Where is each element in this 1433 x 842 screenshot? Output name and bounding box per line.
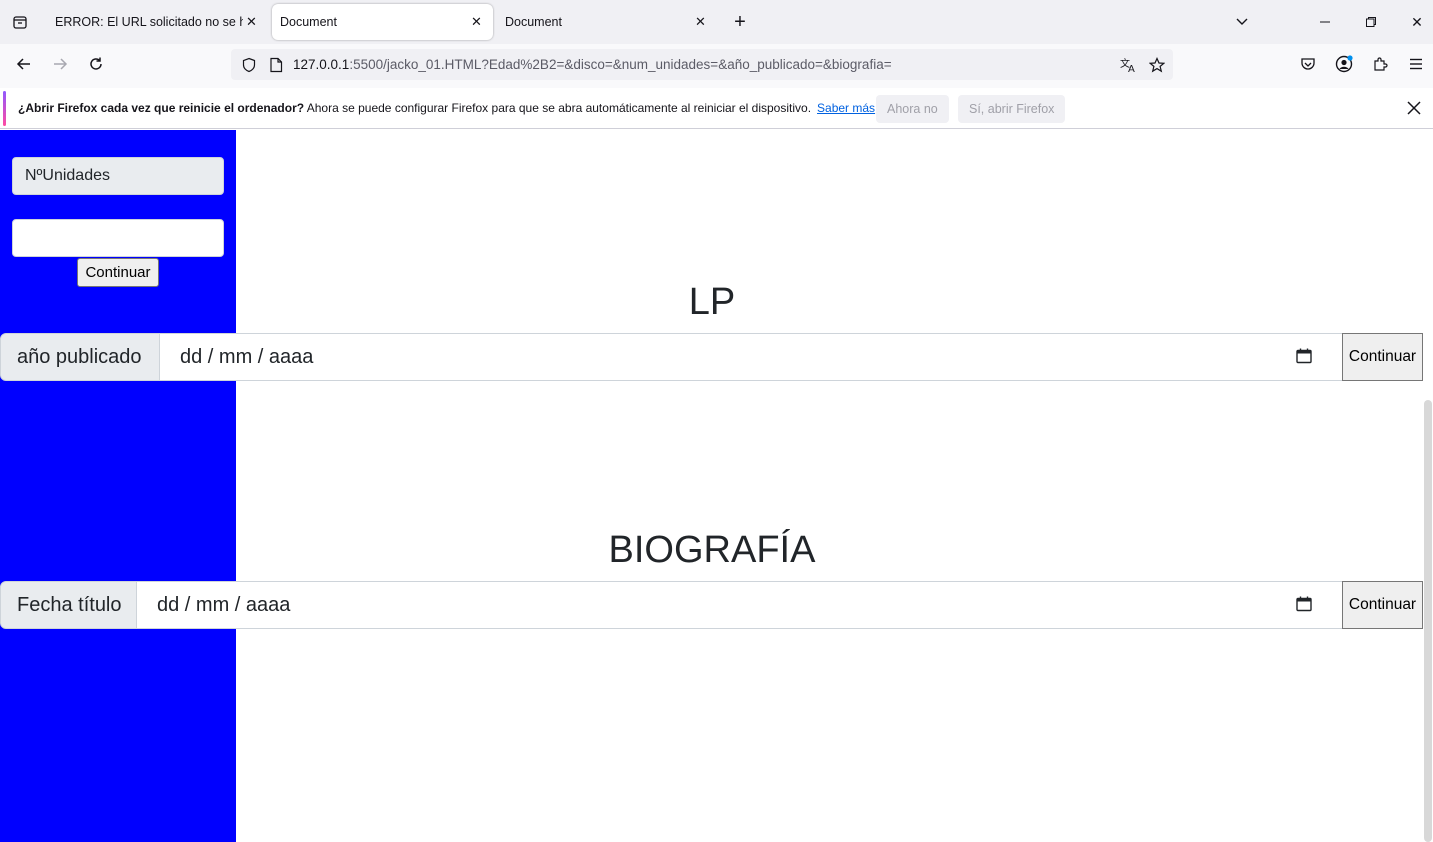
close-icon[interactable]: ✕ <box>246 14 257 30</box>
sidebar: NºUnidades Continuar <box>0 130 236 842</box>
vertical-scrollbar[interactable] <box>1423 130 1433 842</box>
new-tab-icon[interactable]: + <box>730 11 750 33</box>
close-icon[interactable]: ✕ <box>695 14 706 30</box>
notification-title: ¿Abrir Firefox cada vez que reinicie el … <box>18 101 305 115</box>
close-icon[interactable]: ✕ <box>471 14 482 30</box>
calendar-icon[interactable] <box>1295 347 1313 365</box>
not-now-button[interactable]: Ahora no <box>876 95 949 123</box>
shield-icon[interactable] <box>239 55 259 75</box>
minimize-icon[interactable] <box>1315 12 1335 32</box>
reload-icon[interactable] <box>86 54 106 74</box>
translate-icon[interactable]: 文A <box>1119 55 1139 75</box>
notification-accent <box>3 91 6 126</box>
extensions-icon[interactable] <box>1370 54 1390 74</box>
title-date-row: Fecha título dd / mm / aaaa Continuar <box>0 581 1423 629</box>
date-placeholder: dd / mm / aaaa <box>157 594 291 616</box>
tab-error[interactable]: ERROR: El URL solicitado no se ha p ✕ <box>46 4 266 40</box>
units-label: NºUnidades <box>12 157 224 195</box>
learn-more-link[interactable]: Saber más <box>817 101 875 115</box>
continue-button[interactable]: Continuar <box>1342 333 1423 381</box>
page-icon[interactable] <box>266 55 286 75</box>
tab-label: Document <box>505 15 562 29</box>
chevron-down-icon[interactable] <box>1232 12 1252 32</box>
continue-button[interactable]: Continuar <box>1342 581 1423 629</box>
close-window-icon[interactable]: ✕ <box>1407 12 1427 32</box>
year-published-date-input[interactable]: dd / mm / aaaa <box>160 333 1342 381</box>
tab-list-icon[interactable] <box>10 12 30 32</box>
url-text[interactable]: 127.0.0.1:5500/jacko_01.HTML?Edad%2B2=&d… <box>293 49 892 80</box>
tab-label: ERROR: El URL solicitado no se ha p <box>55 15 243 29</box>
account-icon[interactable] <box>1334 54 1354 74</box>
bookmark-star-icon[interactable] <box>1147 55 1167 75</box>
tab-strip: ERROR: El URL solicitado no se ha p ✕ Do… <box>0 0 1433 44</box>
open-firefox-button[interactable]: Sí, abrir Firefox <box>958 95 1066 123</box>
year-published-label: año publicado <box>0 333 160 381</box>
restore-icon[interactable] <box>1361 12 1381 32</box>
forward-icon[interactable] <box>50 54 70 74</box>
title-date-label: Fecha título <box>0 581 137 629</box>
navigation-bar: 127.0.0.1:5500/jacko_01.HTML?Edad%2B2=&d… <box>0 44 1433 88</box>
scrollbar-thumb[interactable] <box>1424 400 1432 842</box>
notification-message: ¿Abrir Firefox cada vez que reinicie el … <box>18 88 875 129</box>
url-host: 127.0.0.1 <box>293 57 350 72</box>
tab-document[interactable]: Document ✕ <box>497 4 717 40</box>
back-icon[interactable] <box>14 54 34 74</box>
date-placeholder: dd / mm / aaaa <box>180 346 314 368</box>
year-published-row: año publicado dd / mm / aaaa Continuar <box>0 333 1423 381</box>
section-heading-lp: LP <box>688 281 736 323</box>
svg-text:A: A <box>1128 64 1135 73</box>
menu-icon[interactable] <box>1406 54 1426 74</box>
page-content: NºUnidades Continuar LP año publicado dd… <box>0 130 1433 842</box>
tab-document-active[interactable]: Document ✕ <box>272 4 493 40</box>
close-icon[interactable] <box>1404 98 1424 118</box>
calendar-icon[interactable] <box>1295 595 1313 613</box>
pocket-icon[interactable] <box>1298 54 1318 74</box>
section-heading-biografia: BIOGRAFÍA <box>608 529 816 571</box>
address-bar[interactable]: 127.0.0.1:5500/jacko_01.HTML?Edad%2B2=&d… <box>231 49 1173 80</box>
units-input[interactable] <box>12 219 224 257</box>
url-path: :5500/jacko_01.HTML?Edad%2B2=&disco=&num… <box>349 57 892 72</box>
title-date-input[interactable]: dd / mm / aaaa <box>137 581 1342 629</box>
notification-bar: ¿Abrir Firefox cada vez que reinicie el … <box>0 88 1433 129</box>
continue-button[interactable]: Continuar <box>77 258 159 287</box>
notification-text: Ahora se puede configurar Firefox para q… <box>306 101 812 115</box>
tab-label: Document <box>280 15 337 29</box>
